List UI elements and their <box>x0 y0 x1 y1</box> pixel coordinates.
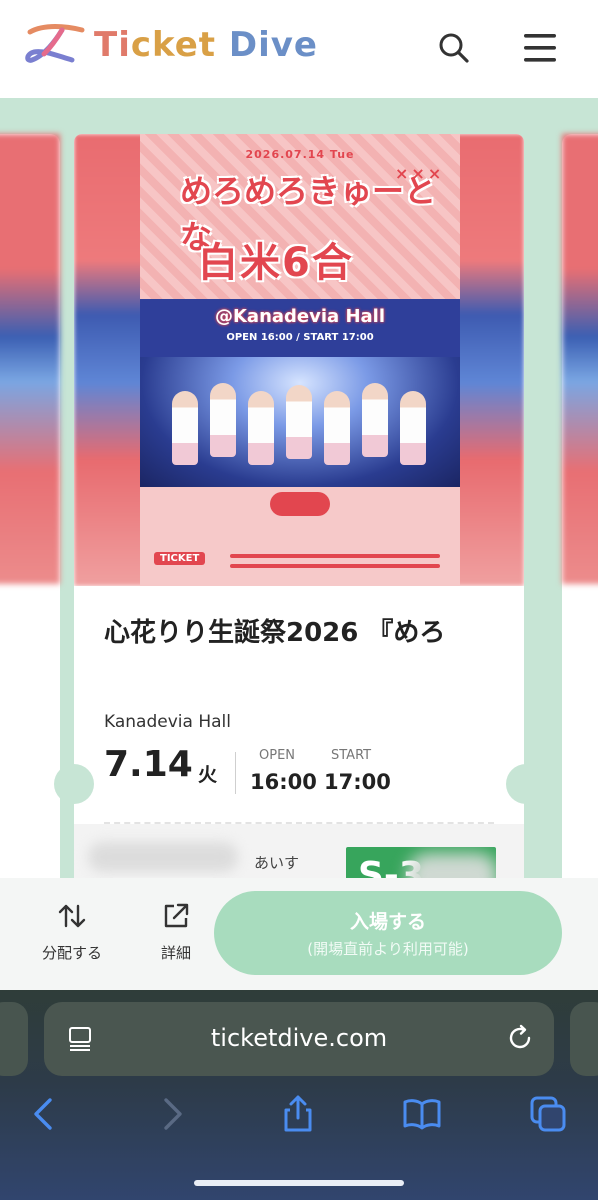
performer-figure <box>400 391 426 465</box>
brand-part-3: Dive <box>216 25 318 65</box>
forward-icon[interactable] <box>152 1094 192 1134</box>
home-indicator <box>194 1180 404 1186</box>
start-label: START <box>331 748 372 763</box>
poster-ribbon-icon <box>270 492 330 516</box>
next-ticket-card[interactable] <box>562 134 598 878</box>
poster-price-lines <box>230 554 440 558</box>
ticket-notch-left <box>54 764 94 804</box>
event-weekday: 火 <box>198 764 218 786</box>
reload-icon[interactable] <box>504 1022 536 1054</box>
enter-availability-note: (開場直前より利用可能) <box>307 940 469 958</box>
redacted-info <box>88 842 238 872</box>
event-title: 心花りり生誕祭2026 『めろ <box>104 618 446 648</box>
event-poster-area: 2026.07.14 Tue めろめろきゅーとな 白米6合 ××× @Kanad… <box>74 134 524 586</box>
event-poster: 2026.07.14 Tue めろめろきゅーとな 白米6合 ××× @Kanad… <box>140 134 460 586</box>
performer-figure <box>210 383 236 457</box>
poster-venue: @Kanadevia Hall <box>214 306 385 327</box>
open-time: 16:00 <box>250 770 317 794</box>
swap-arrows-icon <box>58 904 86 928</box>
open-label: OPEN <box>259 748 296 763</box>
tabs-icon[interactable] <box>528 1094 568 1134</box>
poster-date: 2026.07.14 Tue <box>245 148 355 161</box>
previous-ticket-card[interactable] <box>0 134 60 878</box>
details-button[interactable]: 詳細 <box>144 900 208 963</box>
brand-name: Ticket Dive <box>94 22 318 68</box>
browser-toolbar: ticketdive.com <box>0 990 598 1200</box>
poster-stage-photo <box>140 357 460 487</box>
external-link-icon <box>164 903 189 928</box>
ticketdive-logo-icon <box>25 24 85 63</box>
brand-part-1: Ti <box>94 25 131 65</box>
ticket-perforation <box>104 822 494 824</box>
ticket-action-bar: 分配する 詳細 入場する (開場直前より利用可能) <box>0 878 598 990</box>
bookmarks-icon[interactable] <box>402 1094 442 1134</box>
start-time: 17:00 <box>324 770 391 794</box>
previous-tab-stub[interactable] <box>0 1002 28 1076</box>
previous-ticket-poster <box>0 134 60 584</box>
app-header: Ticket Dive <box>0 0 598 98</box>
poster-ticket-label: TICKET <box>154 552 206 565</box>
performer-figure <box>172 391 198 465</box>
performer-figure <box>324 391 350 465</box>
poster-title-line2: 白米6合 <box>198 240 354 286</box>
url-text: ticketdive.com <box>210 1024 388 1052</box>
enter-button[interactable]: 入場する (開場直前より利用可能) <box>214 891 562 975</box>
performer-figure <box>362 383 388 457</box>
performer-figure <box>248 391 274 465</box>
back-icon[interactable] <box>24 1094 64 1134</box>
ticket-notch-right <box>506 764 546 804</box>
next-tab-stub[interactable] <box>570 1002 598 1076</box>
seat-badge: S-3 <box>346 847 496 878</box>
search-icon[interactable] <box>436 30 472 66</box>
distribute-button[interactable]: 分配する <box>34 900 110 963</box>
redacted-seat <box>408 853 496 878</box>
poster-x-marks: ××× <box>395 164 445 183</box>
brand-part-2: cket <box>130 25 217 65</box>
details-label: 詳細 <box>160 944 191 962</box>
distribute-label: 分配する <box>41 944 102 962</box>
next-ticket-poster <box>562 134 598 584</box>
event-venue: Kanadevia Hall <box>104 712 231 732</box>
performer-figure <box>286 385 312 459</box>
ticket-carousel[interactable]: 2026.07.14 Tue めろめろきゅーとな 白米6合 ××× @Kanad… <box>0 98 598 878</box>
ticket-card[interactable]: 2026.07.14 Tue めろめろきゅーとな 白米6合 ××× @Kanad… <box>74 134 524 878</box>
address-bar[interactable]: ticketdive.com <box>44 1002 554 1076</box>
date-time-divider <box>235 752 236 794</box>
poster-time: OPEN 16:00 / START 17:00 <box>226 332 374 343</box>
hamburger-menu-icon[interactable] <box>520 28 560 68</box>
share-icon[interactable] <box>278 1094 318 1134</box>
ticket-holder: あいす <box>254 854 300 872</box>
event-date: 7.14 <box>104 744 193 785</box>
enter-label: 入場する <box>349 911 426 933</box>
ticketdive-logo[interactable]: Ticket Dive <box>22 22 318 68</box>
